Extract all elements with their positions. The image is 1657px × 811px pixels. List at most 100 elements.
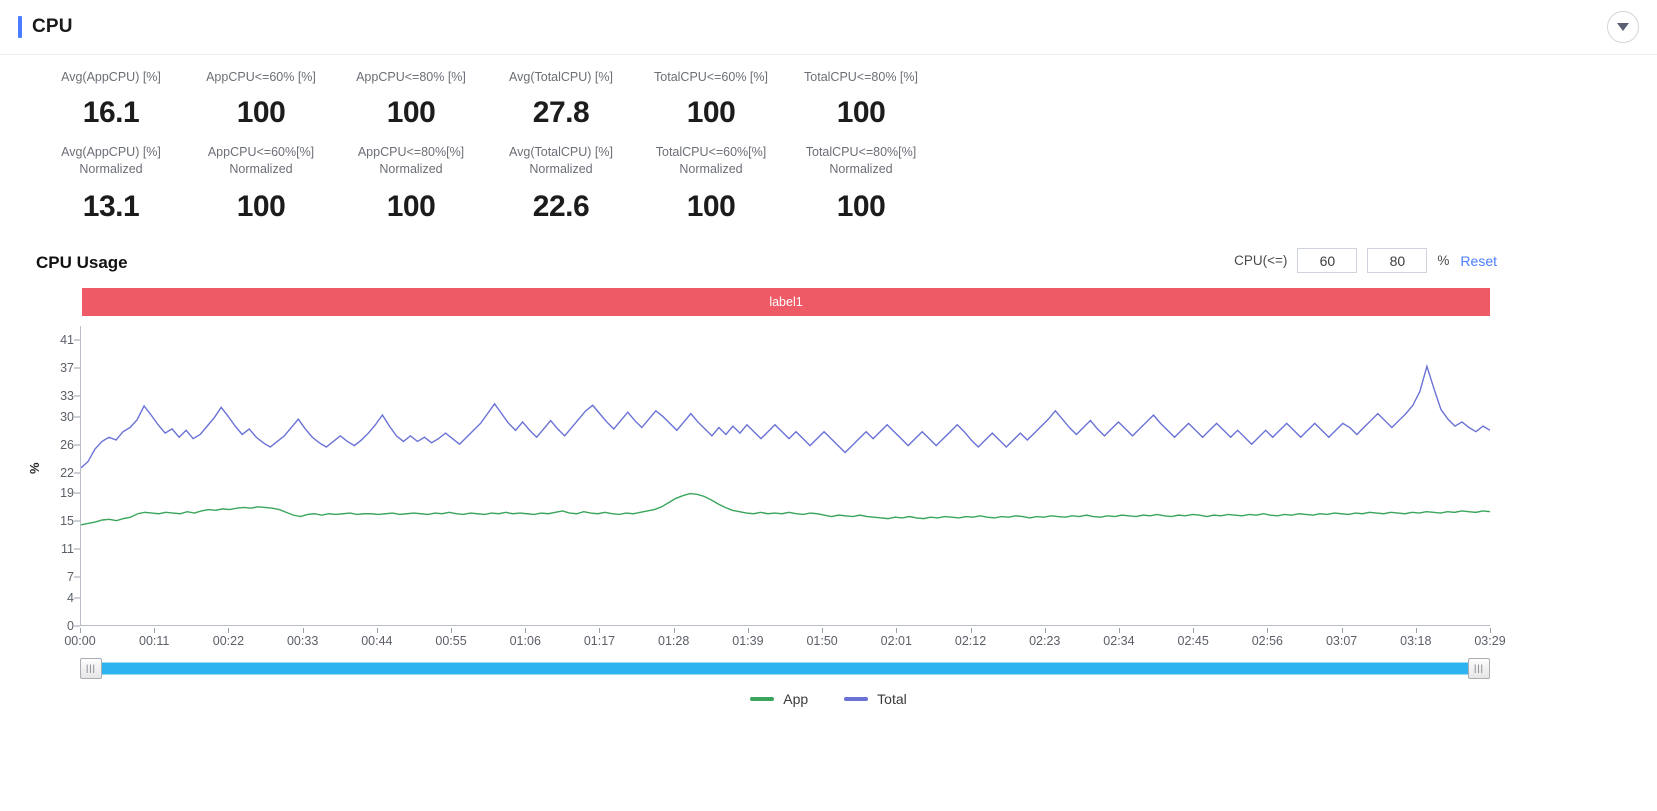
- x-axis-ticks: 00:00 00:11 00:22 00:33 00:44 00:55 01:06 01:17…: [64, 628, 1506, 650]
- kpi-sublabel: Normalized: [829, 162, 893, 176]
- x-tick-mark: [451, 628, 453, 633]
- kpi-value: 100: [386, 190, 436, 223]
- chevron-down-icon: [1617, 23, 1629, 31]
- slider-handle-right[interactable]: |||: [1468, 658, 1490, 679]
- x-tick-label: 01:28: [658, 634, 690, 648]
- y-tick-label: 37: [60, 360, 74, 375]
- percent-sign: %: [1437, 253, 1450, 268]
- kpi-value: 13.1: [82, 190, 140, 223]
- kpi-sublabel: Normalized: [529, 162, 593, 176]
- kpi-value: 100: [386, 96, 436, 129]
- series-line-app: [81, 494, 1490, 525]
- x-tick-label: 01:39: [732, 634, 764, 648]
- x-tick-label: 03:07: [1325, 634, 1358, 648]
- label-bar-wrap: label1: [0, 280, 1657, 316]
- threshold-low-input[interactable]: [1297, 248, 1358, 273]
- cpu-usage-header: CPU Usage CPU(<=) % Reset: [0, 246, 1657, 280]
- slider-handle-left[interactable]: |||: [80, 658, 102, 679]
- legend-item-total[interactable]: Total: [844, 691, 907, 707]
- plot-area[interactable]: [80, 326, 1490, 626]
- x-tick-label: 00:00: [64, 634, 96, 648]
- x-tick-mark: [1490, 628, 1491, 633]
- series-lines: [81, 326, 1490, 625]
- legend-label: App: [783, 691, 809, 707]
- kpi-label: TotalCPU<=80%[%]: [805, 145, 917, 159]
- kpi-sublabel: Normalized: [229, 162, 293, 176]
- y-tick-label: 4: [67, 591, 74, 606]
- kpi-card: Avg(AppCPU) [%] Normalized 13.1: [36, 144, 186, 224]
- title-accent-bar: [18, 16, 22, 38]
- legend-label: Total: [877, 691, 907, 707]
- x-tick-mark: [525, 628, 527, 633]
- x-tick-label: 03:29: [1474, 634, 1506, 648]
- x-tick-mark: [673, 628, 675, 633]
- y-tick-label: 15: [60, 514, 74, 529]
- kpi-label: Avg(AppCPU) [%]: [61, 70, 161, 84]
- kpi-sublabel: Normalized: [379, 162, 443, 176]
- kpi-card: AppCPU<=60% [%] 100: [186, 69, 336, 130]
- x-tick-mark: [228, 628, 230, 633]
- x-tick-mark: [896, 628, 898, 633]
- x-tick-mark: [1267, 628, 1269, 633]
- label-bar[interactable]: label1: [82, 288, 1490, 316]
- kpi-value: 100: [686, 96, 736, 129]
- x-tick-mark: [1415, 628, 1417, 633]
- grip-icon: |||: [85, 663, 96, 673]
- kpi-row-normalized: Avg(AppCPU) [%] Normalized 13.1 AppCPU<=60%…: [0, 144, 1657, 224]
- kpi-label: Avg(TotalCPU) [%]: [509, 145, 613, 159]
- kpi-label: TotalCPU<=60% [%]: [654, 70, 768, 84]
- x-tick-label: 02:01: [880, 634, 912, 648]
- kpi-card: Avg(AppCPU) [%] 16.1: [36, 69, 186, 130]
- x-tick-mark: [747, 628, 749, 633]
- kpi-card: TotalCPU<=60%[%] Normalized 100: [636, 144, 786, 224]
- kpi-value: 100: [836, 190, 886, 223]
- y-tick-label: 41: [60, 332, 74, 347]
- x-tick-label: 00:44: [361, 634, 393, 648]
- kpi-row-raw: Avg(AppCPU) [%] 16.1 AppCPU<=60% [%] 100 App…: [0, 69, 1657, 130]
- kpi-card: TotalCPU<=60% [%] 100: [636, 69, 786, 130]
- x-tick-label: 02:56: [1251, 634, 1283, 648]
- x-tick-mark: [1044, 628, 1046, 633]
- legend-swatch-icon: [750, 697, 775, 701]
- kpi-card: TotalCPU<=80% [%] 100: [786, 69, 936, 130]
- x-tick-label: 02:45: [1177, 634, 1209, 648]
- x-tick-mark: [376, 628, 378, 633]
- kpi-label: AppCPU<=60%[%]: [207, 145, 315, 159]
- kpi-sublabel: Normalized: [679, 162, 743, 176]
- x-tick-label: 00:11: [139, 634, 170, 648]
- kpi-label: TotalCPU<=60%[%]: [655, 145, 767, 159]
- time-range-slider[interactable]: ||| |||: [80, 658, 1490, 679]
- cpu-usage-title: CPU Usage: [36, 253, 128, 272]
- series-line-total: [81, 366, 1490, 468]
- kpi-label: Avg(TotalCPU) [%]: [509, 70, 613, 84]
- x-tick-label: 01:50: [806, 634, 838, 648]
- kpi-label: TotalCPU<=80% [%]: [804, 70, 918, 84]
- kpi-sublabel: Normalized: [79, 162, 143, 176]
- x-tick-mark: [1193, 628, 1195, 633]
- collapse-panel-button[interactable]: [1607, 11, 1639, 43]
- kpi-card: AppCPU<=60%[%] Normalized 100: [186, 144, 336, 224]
- grip-icon: |||: [1473, 663, 1484, 673]
- x-tick-label: 01:06: [509, 634, 541, 648]
- kpi-value: 100: [686, 190, 736, 223]
- threshold-high-input[interactable]: [1367, 248, 1428, 273]
- kpi-value: 100: [236, 96, 286, 129]
- x-tick-mark: [80, 628, 81, 633]
- y-tick-label: 19: [60, 486, 74, 501]
- x-tick-label: 00:55: [435, 634, 467, 648]
- reset-link[interactable]: Reset: [1460, 253, 1497, 269]
- y-tick-label: 30: [60, 409, 74, 424]
- threshold-label: CPU(<=): [1234, 253, 1288, 268]
- slider-track[interactable]: [80, 662, 1490, 675]
- x-tick-label: 02:23: [1029, 634, 1061, 648]
- kpi-value: 22.6: [532, 190, 590, 223]
- x-tick-mark: [970, 628, 972, 633]
- legend-item-app[interactable]: App: [750, 691, 808, 707]
- kpi-card: TotalCPU<=80%[%] Normalized 100: [786, 144, 936, 224]
- kpi-label: AppCPU<=80%[%]: [357, 145, 465, 159]
- y-tick-label: 7: [67, 570, 74, 585]
- kpi-card: AppCPU<=80% [%] 100: [336, 69, 486, 130]
- x-tick-label: 00:33: [286, 634, 319, 648]
- kpi-card: Avg(TotalCPU) [%] 27.8: [486, 69, 636, 130]
- x-tick-mark: [599, 628, 601, 633]
